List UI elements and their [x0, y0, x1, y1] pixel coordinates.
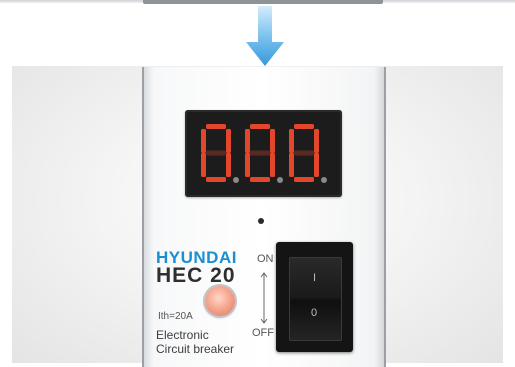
description-line-1: Electronic: [156, 328, 209, 342]
digit-2-segment-f: [245, 129, 250, 153]
device-description: Electronic Circuit breaker: [156, 328, 234, 356]
description-line-2: Circuit breaker: [156, 342, 235, 356]
digital-display: [185, 110, 342, 197]
digit-3-segment-f: [289, 129, 294, 153]
up-down-arrow-icon: [260, 272, 268, 324]
digit-2-segment-a: [250, 124, 270, 129]
on-label: ON: [257, 253, 274, 265]
digit-3-segment-c: [314, 153, 319, 177]
digit-2-segment-d: [250, 177, 270, 182]
digit-2-decimal-point: [277, 177, 283, 183]
down-arrow-icon: [246, 6, 284, 66]
rocker-on-mark: I: [313, 272, 317, 284]
digit-3-segment-e: [289, 153, 294, 177]
current-rating: Ith=20A: [158, 311, 193, 322]
rocker-switch[interactable]: [289, 257, 342, 341]
digit-3-segment-d: [294, 177, 314, 182]
digit-2-segment-c: [270, 153, 275, 177]
digit-3-segment-b: [314, 129, 319, 153]
digit-1-segment-a: [206, 124, 226, 129]
digit-3-decimal-point: [321, 177, 327, 183]
model-name: HEC 20: [156, 264, 236, 287]
digit-2-segment-e: [245, 153, 250, 177]
digit-1-segment-f: [201, 129, 206, 153]
digit-3-segment-g: [294, 150, 314, 156]
digit-2-segment-g: [250, 150, 270, 156]
digit-3-segment-a: [294, 124, 314, 129]
digit-1-segment-b: [226, 129, 231, 153]
digit-1-segment-g: [206, 150, 226, 156]
digit-1-segment-d: [206, 177, 226, 182]
digit-1-decimal-point: [233, 177, 239, 183]
digit-1-segment-e: [201, 153, 206, 177]
off-label: OFF: [252, 327, 274, 339]
reset-pinhole[interactable]: [258, 218, 264, 224]
digit-2-segment-b: [270, 129, 275, 153]
seven-segment-digits: [201, 124, 327, 183]
rocker-off-mark: 0: [311, 307, 318, 319]
status-led: [205, 286, 235, 316]
digit-1-segment-c: [226, 153, 231, 177]
